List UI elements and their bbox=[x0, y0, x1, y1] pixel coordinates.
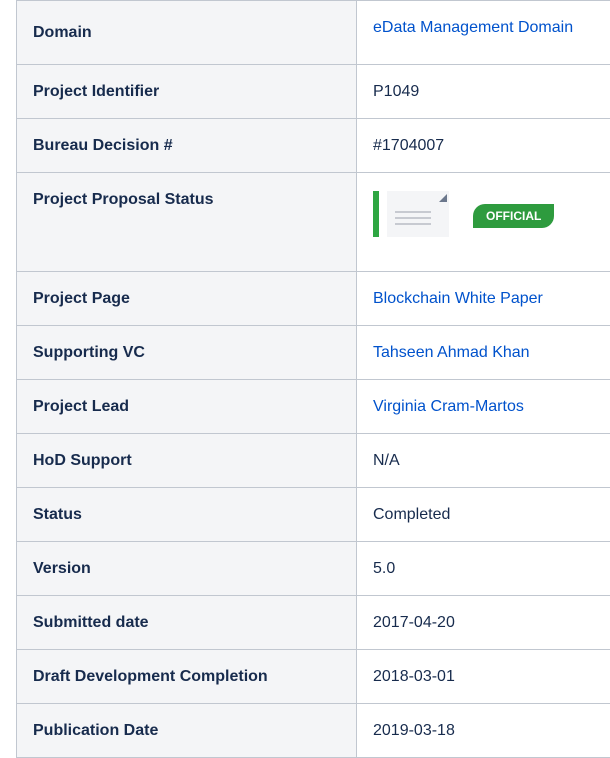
row-label: Project Identifier bbox=[17, 65, 357, 119]
row-label: Version bbox=[17, 542, 357, 596]
table-row: Bureau Decision # #1704007 bbox=[17, 119, 610, 173]
supporting-vc-link[interactable]: Tahseen Ahmad Khan bbox=[373, 344, 530, 361]
table-row: Project Page Blockchain White Paper bbox=[17, 272, 610, 326]
table-row: Project Proposal Status OFFICIAL bbox=[17, 173, 610, 272]
table-row: Supporting VC Tahseen Ahmad Khan bbox=[17, 326, 610, 380]
row-label: Project Lead bbox=[17, 380, 357, 434]
table-row: Publication Date 2019-03-18 bbox=[17, 704, 610, 758]
row-label: Bureau Decision # bbox=[17, 119, 357, 173]
proposal-status: OFFICIAL bbox=[373, 181, 610, 261]
row-value: 2017-04-20 bbox=[357, 596, 610, 650]
table-row: Project Lead Virginia Cram-Martos bbox=[17, 380, 610, 434]
row-value: 2018-03-01 bbox=[357, 650, 610, 704]
table-row: Version 5.0 bbox=[17, 542, 610, 596]
table-row: Submitted date 2017-04-20 bbox=[17, 596, 610, 650]
row-label: Domain bbox=[17, 1, 357, 65]
domain-link[interactable]: eData Management Domain bbox=[373, 19, 573, 36]
row-label: Project Page bbox=[17, 272, 357, 326]
row-label: Supporting VC bbox=[17, 326, 357, 380]
row-label: Project Proposal Status bbox=[17, 173, 357, 272]
row-value: N/A bbox=[357, 434, 610, 488]
table-row: HoD Support N/A bbox=[17, 434, 610, 488]
row-value: #1704007 bbox=[357, 119, 610, 173]
row-label: Publication Date bbox=[17, 704, 357, 758]
document-thumbnail-icon[interactable] bbox=[373, 191, 449, 237]
status-badge: OFFICIAL bbox=[473, 204, 554, 228]
table-row: Domain eData Management Domain bbox=[17, 1, 610, 65]
row-value: 5.0 bbox=[357, 542, 610, 596]
row-value: Completed bbox=[357, 488, 610, 542]
row-label: Status bbox=[17, 488, 357, 542]
project-lead-link[interactable]: Virginia Cram-Martos bbox=[373, 398, 524, 415]
row-value: OFFICIAL bbox=[357, 173, 610, 272]
table-row: Status Completed bbox=[17, 488, 610, 542]
project-page-link[interactable]: Blockchain White Paper bbox=[373, 290, 543, 307]
row-value: Virginia Cram-Martos bbox=[357, 380, 610, 434]
table-row: Project Identifier P1049 bbox=[17, 65, 610, 119]
row-value: 2019-03-18 bbox=[357, 704, 610, 758]
row-label: Draft Development Completion bbox=[17, 650, 357, 704]
row-value: P1049 bbox=[357, 65, 610, 119]
row-label: HoD Support bbox=[17, 434, 357, 488]
project-properties-table: Domain eData Management Domain Project I… bbox=[16, 0, 610, 758]
row-value: Blockchain White Paper bbox=[357, 272, 610, 326]
row-value: Tahseen Ahmad Khan bbox=[357, 326, 610, 380]
row-label: Submitted date bbox=[17, 596, 357, 650]
row-value: eData Management Domain bbox=[357, 1, 610, 65]
table-row: Draft Development Completion 2018-03-01 bbox=[17, 650, 610, 704]
